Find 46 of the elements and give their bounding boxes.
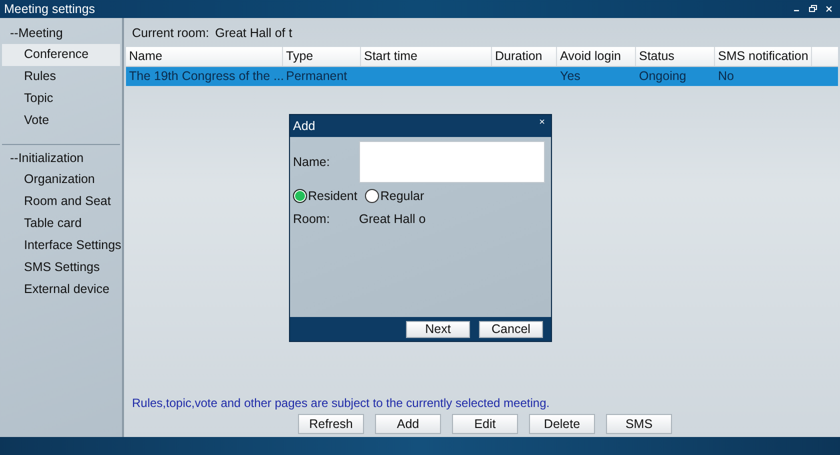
sidebar-item[interactable]: Interface Settings (2, 235, 120, 257)
column-header[interactable]: Avoid login (557, 47, 636, 66)
dialog-button[interactable]: Next (406, 320, 470, 338)
name-label: Name: (293, 155, 331, 169)
column-header[interactable]: Type (283, 47, 361, 66)
action-button[interactable]: SMS (606, 414, 672, 434)
current-room-label: Current room: (132, 26, 210, 40)
room-value: Great Hall o (359, 212, 426, 226)
table-cell-text: Yes (559, 68, 582, 85)
name-input-field[interactable] (359, 141, 545, 183)
action-button[interactable]: Edit (452, 414, 518, 434)
table-cell-text: Ongoing (638, 68, 688, 85)
restore-icon[interactable] (808, 4, 818, 14)
table-cell-text: No (717, 68, 735, 85)
sidebar-item[interactable]: Rules (2, 66, 120, 88)
sidebar-item[interactable]: Table card (2, 213, 120, 235)
column-header[interactable]: Status (636, 47, 715, 66)
sidebar-item[interactable]: Vote (2, 110, 120, 132)
column-header[interactable]: Name (126, 47, 283, 66)
sidebar-item[interactable]: Topic (2, 88, 120, 110)
column-header[interactable]: SMS notification (715, 47, 812, 66)
table-cell-text: The 19th Congress of the ... (128, 68, 283, 85)
action-button[interactable]: Add (375, 414, 441, 434)
sidebar-item[interactable]: Conference (2, 44, 120, 66)
room-label: Room: (293, 212, 331, 226)
notice-text: Rules,topic,vote and other pages are subject to the currently selected meeting. (131, 395, 551, 412)
table-row[interactable]: The 19th Congress of the ... Permanent Yes Ongoing No (126, 67, 838, 86)
column-header[interactable]: Start time (361, 47, 492, 66)
window-title: Meeting settings (3, 2, 96, 16)
close-button[interactable]: × (539, 117, 545, 128)
action-button[interactable]: Delete (529, 414, 595, 434)
dialog-title: Add (293, 119, 316, 133)
sidebar-item[interactable]: External device (2, 279, 120, 301)
sidebar-item[interactable]: Room and Seat (2, 191, 120, 213)
sidebar-item[interactable]: SMS Settings (2, 257, 120, 279)
sidebar-item[interactable]: Organization (2, 169, 120, 191)
dialog-button[interactable]: Cancel (479, 320, 543, 338)
radio-option[interactable]: Resident (293, 189, 358, 203)
current-room-value: Great Hall of t (215, 26, 292, 40)
close-icon[interactable] (824, 4, 834, 14)
column-header[interactable]: Duration (492, 47, 557, 66)
radio-option[interactable]: Regular (365, 189, 424, 203)
group-heading: --Meeting (9, 25, 64, 42)
action-button[interactable]: Refresh (298, 414, 364, 434)
group-heading: --Initialization (9, 150, 85, 167)
table-cell-text: Permanent (285, 68, 348, 85)
